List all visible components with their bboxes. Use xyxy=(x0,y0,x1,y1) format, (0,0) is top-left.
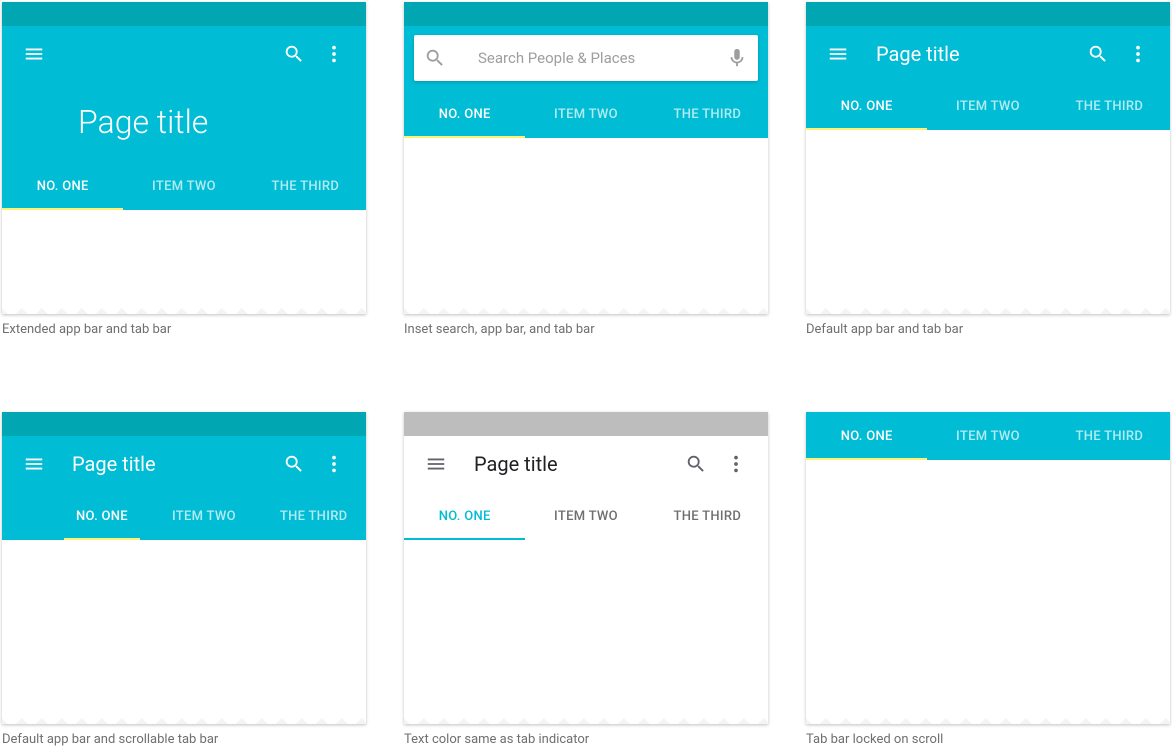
status-bar xyxy=(404,412,768,436)
caption: Tab bar locked on scroll xyxy=(806,732,1170,749)
tab-two[interactable]: ITEM TWO xyxy=(525,492,646,540)
tab-bar: NO. ONE ITEM TWO THE THIRD xyxy=(806,412,1170,460)
tab-three[interactable]: THE THIRD xyxy=(1049,412,1170,460)
tab-one[interactable]: NO. ONE xyxy=(404,492,525,540)
frame-extended-appbar: Page title NO. ONE ITEM TWO THE THIRD xyxy=(2,2,366,314)
torn-edge xyxy=(404,708,768,724)
caption: Default app bar and tab bar xyxy=(806,322,1170,339)
tab-two[interactable]: ITEM TWO xyxy=(123,162,244,210)
torn-edge xyxy=(2,298,366,314)
menu-icon[interactable] xyxy=(14,34,54,74)
extended-title-area: Page title xyxy=(2,82,366,162)
tab-one[interactable]: NO. ONE xyxy=(54,492,150,540)
frame-default-appbar: Page title NO. ONE ITEM TWO THE THIRD xyxy=(806,2,1170,314)
app-bar xyxy=(2,26,366,82)
caption: Inset search, app bar, and tab bar xyxy=(404,322,768,339)
search-input[interactable]: Search People & Places xyxy=(414,35,758,81)
overflow-icon[interactable] xyxy=(1118,34,1158,74)
search-icon[interactable] xyxy=(274,34,314,74)
page-title: Page title xyxy=(474,452,558,476)
menu-icon[interactable] xyxy=(818,34,858,74)
search-icon[interactable] xyxy=(1078,34,1118,74)
overflow-icon[interactable] xyxy=(716,444,756,484)
app-bar: Page title xyxy=(404,436,768,492)
page-title: Page title xyxy=(876,42,960,66)
page-title: Page title xyxy=(72,452,156,476)
torn-edge xyxy=(806,708,1170,724)
tab-one[interactable]: NO. ONE xyxy=(2,162,123,210)
mic-icon[interactable] xyxy=(726,47,748,69)
search-row: Search People & Places xyxy=(404,26,768,90)
tab-two[interactable]: ITEM TWO xyxy=(927,412,1048,460)
status-bar xyxy=(806,2,1170,26)
tab-three[interactable]: THE THIRD xyxy=(1049,82,1170,130)
frame-tabs-locked: NO. ONE ITEM TWO THE THIRD xyxy=(806,412,1170,724)
tab-bar: NO. ONE ITEM TWO THE THIRD xyxy=(2,162,366,210)
tab-three[interactable]: THE THIRD xyxy=(258,492,366,540)
caption: Text color same as tab indicator xyxy=(404,732,768,749)
torn-edge xyxy=(404,298,768,314)
frame-scrollable-tabs: Page title NO. ONE ITEM TWO THE THIRD xyxy=(2,412,366,724)
overflow-icon[interactable] xyxy=(314,34,354,74)
search-placeholder: Search People & Places xyxy=(446,49,726,67)
tab-three[interactable]: THE THIRD xyxy=(647,492,768,540)
tab-two[interactable]: ITEM TWO xyxy=(927,82,1048,130)
app-bar: Page title xyxy=(806,26,1170,82)
search-icon[interactable] xyxy=(274,444,314,484)
torn-edge xyxy=(806,298,1170,314)
status-bar xyxy=(2,412,366,436)
caption: Default app bar and scrollable tab bar xyxy=(2,732,366,749)
frame-light-theme: Page title NO. ONE ITEM TWO THE THIRD xyxy=(404,412,768,724)
menu-icon[interactable] xyxy=(416,444,456,484)
app-bar: Page title xyxy=(2,436,366,492)
page-title: Page title xyxy=(78,103,208,141)
tab-two[interactable]: ITEM TWO xyxy=(150,492,258,540)
caption: Extended app bar and tab bar xyxy=(2,322,366,339)
search-icon xyxy=(424,47,446,69)
tab-three[interactable]: THE THIRD xyxy=(647,90,768,138)
tab-bar: NO. ONE ITEM TWO THE THIRD xyxy=(404,90,768,138)
status-bar xyxy=(404,2,768,26)
search-icon[interactable] xyxy=(676,444,716,484)
tab-bar: NO. ONE ITEM TWO THE THIRD xyxy=(806,82,1170,130)
tab-two[interactable]: ITEM TWO xyxy=(525,90,646,138)
tab-bar-scrollable[interactable]: NO. ONE ITEM TWO THE THIRD xyxy=(2,492,366,540)
overflow-icon[interactable] xyxy=(314,444,354,484)
status-bar xyxy=(2,2,366,26)
menu-icon[interactable] xyxy=(14,444,54,484)
tab-one[interactable]: NO. ONE xyxy=(806,82,927,130)
torn-edge xyxy=(2,708,366,724)
frame-inset-search: Search People & Places NO. ONE ITEM TWO … xyxy=(404,2,768,314)
tab-one[interactable]: NO. ONE xyxy=(806,412,927,460)
tab-bar: NO. ONE ITEM TWO THE THIRD xyxy=(404,492,768,540)
tab-one[interactable]: NO. ONE xyxy=(404,90,525,138)
tab-three[interactable]: THE THIRD xyxy=(245,162,366,210)
